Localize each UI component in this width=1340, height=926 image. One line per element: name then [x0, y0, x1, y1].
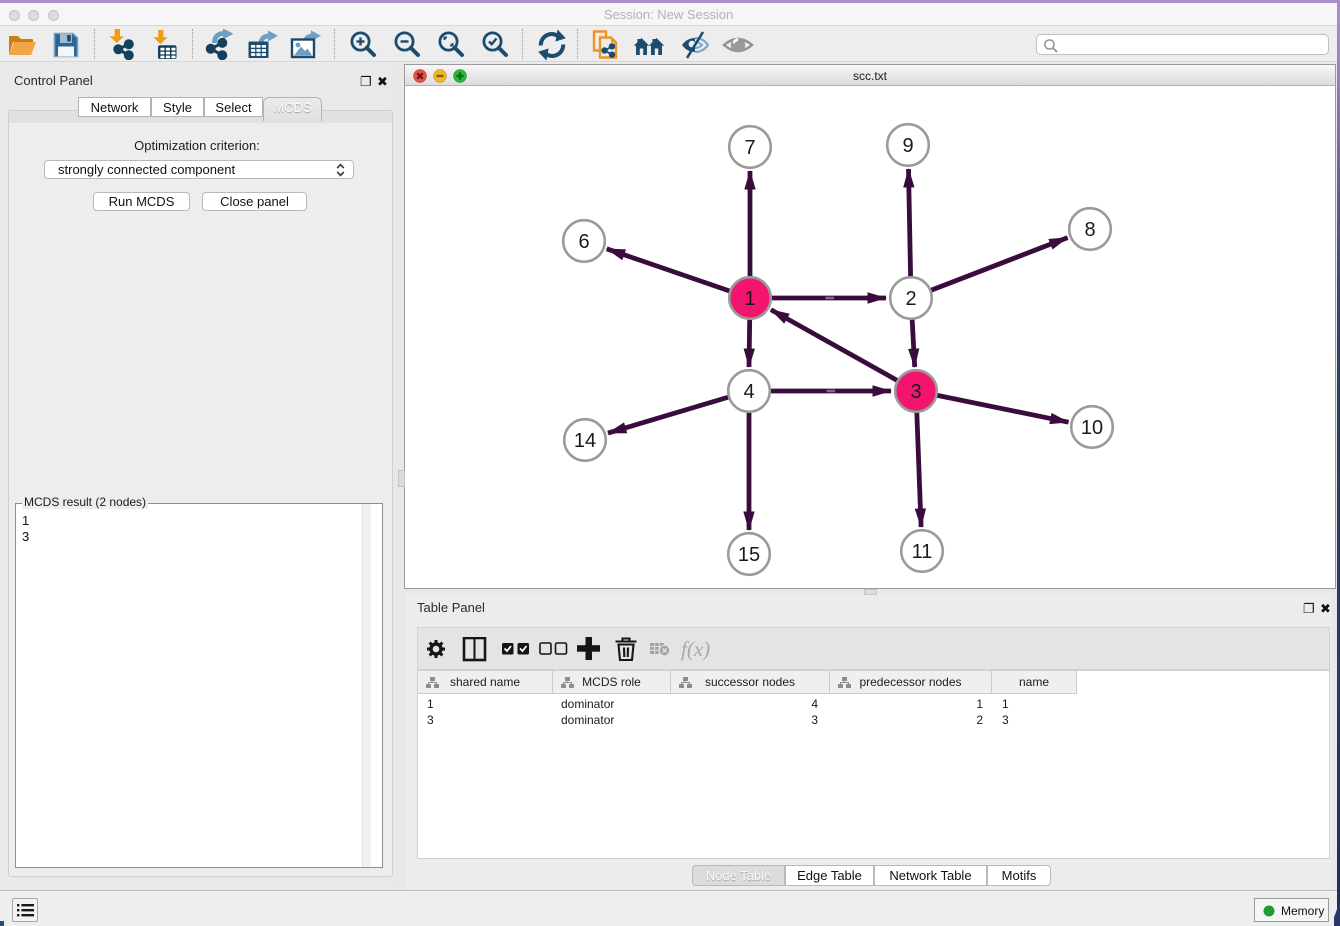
svg-text:6: 6: [578, 231, 589, 253]
svg-text:8: 8: [1084, 219, 1095, 241]
svg-text:4: 4: [743, 381, 754, 403]
svg-text:f(x): f(x): [681, 637, 710, 661]
svg-text:11: 11: [912, 541, 933, 563]
svg-text:3: 3: [910, 381, 921, 403]
svg-text:9: 9: [902, 135, 913, 157]
svg-text:15: 15: [738, 544, 760, 566]
svg-text:7: 7: [744, 137, 755, 159]
svg-text:1: 1: [744, 288, 755, 310]
svg-text:10: 10: [1081, 417, 1103, 439]
svg-text:2: 2: [905, 288, 916, 310]
svg-text:14: 14: [574, 430, 596, 452]
